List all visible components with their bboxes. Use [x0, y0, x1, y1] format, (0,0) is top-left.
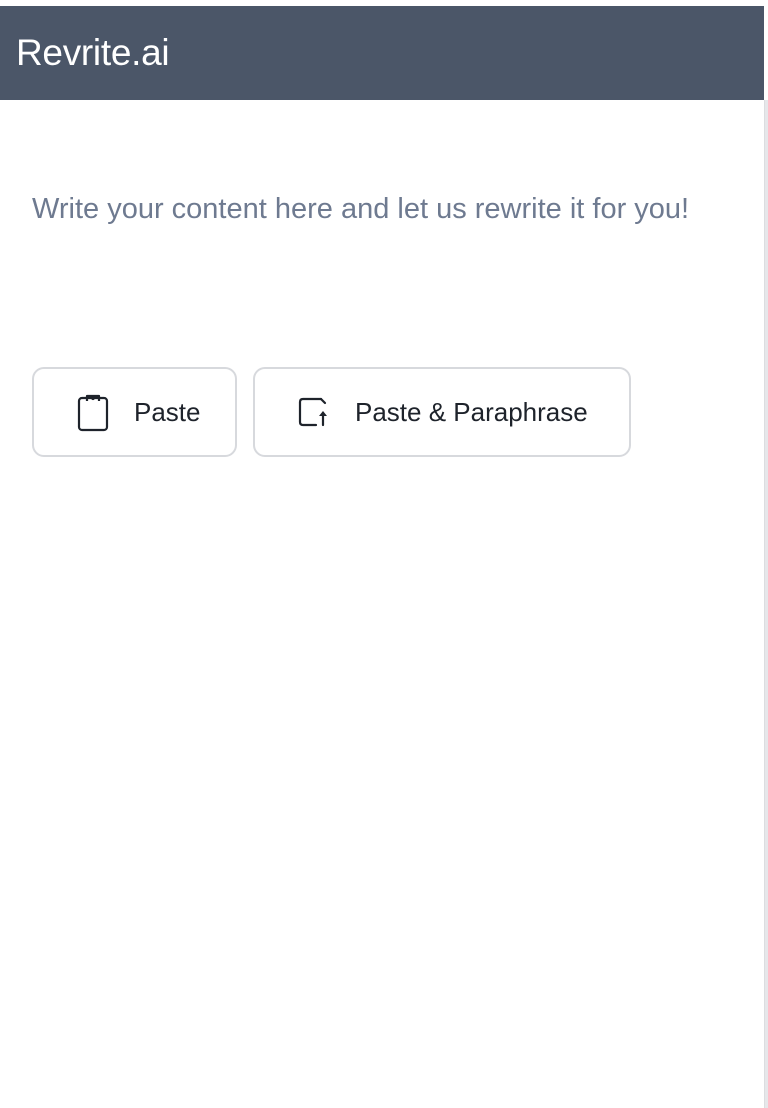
- paste-button[interactable]: Paste: [32, 367, 237, 457]
- content-editor[interactable]: Write your content here and let us rewri…: [32, 186, 712, 233]
- app-page: Revrite.ai Write your content here and l…: [0, 0, 768, 1108]
- app-header: Revrite.ai: [0, 6, 764, 100]
- editor-placeholder: Write your content here and let us rewri…: [32, 193, 690, 225]
- paste-paraphrase-button-label: Paste & Paraphrase: [355, 396, 588, 427]
- paste-upload-icon: [297, 392, 331, 432]
- scrollbar-track[interactable]: [764, 100, 768, 1108]
- brand-logo[interactable]: Revrite.ai: [16, 32, 170, 74]
- action-buttons: Paste Paste & Paraphrase: [32, 367, 631, 457]
- paste-paraphrase-button[interactable]: Paste & Paraphrase: [253, 367, 631, 457]
- paste-button-label: Paste: [134, 396, 201, 427]
- clipboard-icon: [76, 392, 110, 432]
